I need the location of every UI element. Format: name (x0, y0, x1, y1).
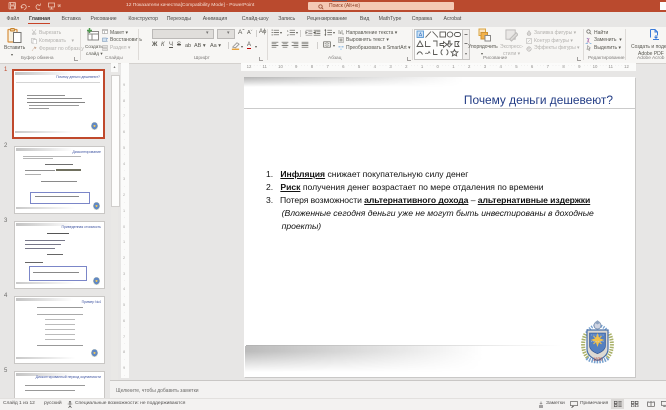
svg-text:1830: 1830 (593, 357, 603, 362)
svg-text:A: A (419, 32, 423, 38)
svg-text:2: 2 (287, 33, 289, 36)
